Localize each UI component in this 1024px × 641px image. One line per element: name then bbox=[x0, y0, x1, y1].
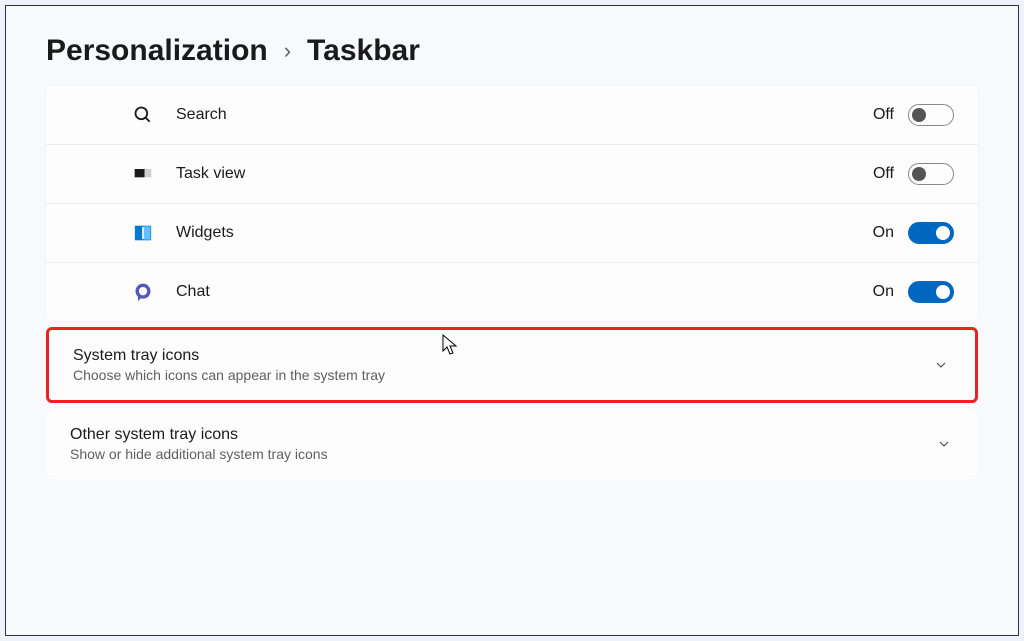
taskbar-item-widgets: Widgets On bbox=[46, 204, 978, 263]
toggle-state-text: Off bbox=[873, 106, 894, 124]
toggle-state-text: On bbox=[873, 224, 894, 242]
breadcrumb: Personalization › Taskbar bbox=[46, 34, 978, 68]
chat-toggle[interactable] bbox=[908, 281, 954, 303]
expander-subtitle: Choose which icons can appear in the sys… bbox=[73, 367, 931, 383]
taskview-toggle[interactable] bbox=[908, 163, 954, 185]
taskbar-item-search: Search Off bbox=[46, 86, 978, 145]
chevron-down-icon bbox=[934, 434, 954, 454]
system-tray-icons-expander[interactable]: System tray icons Choose which icons can… bbox=[46, 327, 978, 403]
toggle-state-text: Off bbox=[873, 165, 894, 183]
breadcrumb-parent[interactable]: Personalization bbox=[46, 34, 268, 68]
taskbar-item-chat: Chat On bbox=[46, 263, 978, 321]
toggle-state-text: On bbox=[873, 283, 894, 301]
chat-icon bbox=[114, 282, 172, 302]
search-toggle[interactable] bbox=[908, 104, 954, 126]
toggle-label: Chat bbox=[176, 283, 873, 301]
toggle-label: Task view bbox=[176, 165, 873, 183]
expander-title: Other system tray icons bbox=[70, 426, 934, 444]
widgets-toggle[interactable] bbox=[908, 222, 954, 244]
search-icon bbox=[114, 105, 172, 125]
other-system-tray-icons-expander[interactable]: Other system tray icons Show or hide add… bbox=[46, 409, 978, 479]
expander-title: System tray icons bbox=[73, 347, 931, 365]
taskview-icon bbox=[114, 164, 172, 184]
expander-subtitle: Show or hide additional system tray icon… bbox=[70, 446, 934, 462]
chevron-right-icon: › bbox=[284, 38, 291, 64]
taskbar-item-taskview: Task view Off bbox=[46, 145, 978, 204]
taskbar-items-card: Search Off Task view Off Widgets On Chat bbox=[46, 86, 978, 321]
widgets-icon bbox=[114, 223, 172, 243]
breadcrumb-current: Taskbar bbox=[307, 34, 420, 68]
chevron-down-icon bbox=[931, 355, 951, 375]
toggle-label: Search bbox=[176, 106, 873, 124]
toggle-label: Widgets bbox=[176, 224, 873, 242]
